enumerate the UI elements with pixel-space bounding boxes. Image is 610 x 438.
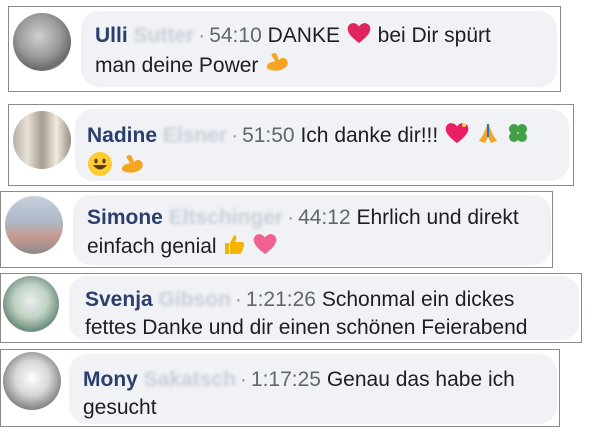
author-last-name[interactable]: Elsner — [163, 124, 227, 147]
avatar[interactable] — [13, 111, 71, 169]
timestamp[interactable]: 44:12 — [298, 206, 351, 229]
separator-dot: · — [198, 24, 206, 47]
timestamp[interactable]: 1:21:26 — [246, 288, 316, 311]
author-last-name[interactable]: Gibson — [159, 288, 231, 311]
four-leaf-clover-emoji — [506, 121, 530, 145]
flexed-biceps-emoji — [119, 151, 145, 177]
separator-dot: · — [287, 206, 295, 229]
comment-line-1: Simone Eltschinger · 44:12 Ehrlich und dir… — [87, 204, 519, 232]
comment-line-2: man deine Power — [95, 49, 290, 80]
comment-card: Simone Eltschinger · 44:12 Ehrlich und dir… — [0, 191, 553, 268]
author-first-name[interactable]: Svenja — [85, 288, 153, 311]
author-last-name[interactable]: Eltschinger — [169, 206, 283, 229]
timestamp[interactable]: 51:50 — [242, 124, 295, 147]
comment-text: DANKE — [267, 24, 340, 47]
comment-text: man deine Power — [95, 54, 259, 77]
flexed-biceps-emoji — [264, 49, 290, 75]
timestamp[interactable]: 54:10 — [209, 24, 262, 47]
comment-text: fettes Danke und dir einen schönen Feier… — [85, 316, 528, 339]
comment-text: Ehrlich und direkt — [356, 206, 519, 229]
comment-card: Ulli Sutter · 54:10 DANKE bei Dir spürt ma… — [8, 6, 561, 92]
avatar[interactable] — [13, 13, 71, 71]
author-first-name[interactable]: Ulli — [95, 24, 128, 47]
pink-heart-emoji — [252, 232, 278, 256]
author-first-name[interactable]: Nadine — [87, 124, 157, 147]
heart-emoji — [346, 21, 372, 45]
separator-dot: · — [239, 368, 247, 391]
separator-dot: · — [231, 124, 239, 147]
comment-line-2: fettes Danke und dir einen schönen Feier… — [85, 314, 527, 342]
folded-hands-emoji — [476, 121, 500, 145]
sparkling-heart-emoji — [444, 121, 470, 145]
timestamp[interactable]: 1:17:25 — [251, 368, 321, 391]
comment-line-1: Nadine Elsner · 51:50 Ich danke dir!!! — [87, 121, 530, 150]
avatar[interactable] — [5, 196, 63, 254]
avatar[interactable] — [3, 352, 61, 410]
author-first-name[interactable]: Mony — [83, 368, 138, 391]
comment-line-1: Svenja Gibson · 1:21:26 Schonmal ein dicke… — [85, 286, 514, 314]
author-last-name[interactable]: Sutter — [134, 24, 195, 47]
comment-line-2: einfach genial — [87, 232, 278, 261]
separator-dot: · — [234, 288, 242, 311]
author-first-name[interactable]: Simone — [87, 206, 163, 229]
thumbs-up-emoji — [222, 232, 246, 256]
comment-line-2: gesucht — [83, 394, 157, 422]
comment-card: Mony Sakatsch · 1:17:25 Genau das habe ich… — [0, 349, 560, 427]
comment-text: Schonmal ein dickes — [321, 288, 515, 311]
comment-card: Svenja Gibson · 1:21:26 Schonmal ein dicke… — [0, 273, 582, 343]
author-last-name[interactable]: Sakatsch — [144, 368, 236, 391]
avatar[interactable] — [3, 276, 59, 332]
grinning-face-emoji — [87, 151, 113, 177]
comment-line-2 — [87, 151, 145, 182]
comment-text: einfach genial — [87, 235, 217, 258]
comment-line-1: Mony Sakatsch · 1:17:25 Genau das habe ich — [83, 366, 515, 394]
comment-text: Ich danke dir!!! — [300, 124, 439, 147]
comment-text: gesucht — [83, 396, 157, 419]
comment-card: Nadine Elsner · 51:50 Ich danke dir!!! — [8, 104, 574, 186]
comment-text-after: bei Dir spürt — [377, 24, 491, 47]
comment-text: Genau das habe ich — [326, 368, 515, 391]
comment-line-1: Ulli Sutter · 54:10 DANKE bei Dir spürt — [95, 21, 491, 50]
